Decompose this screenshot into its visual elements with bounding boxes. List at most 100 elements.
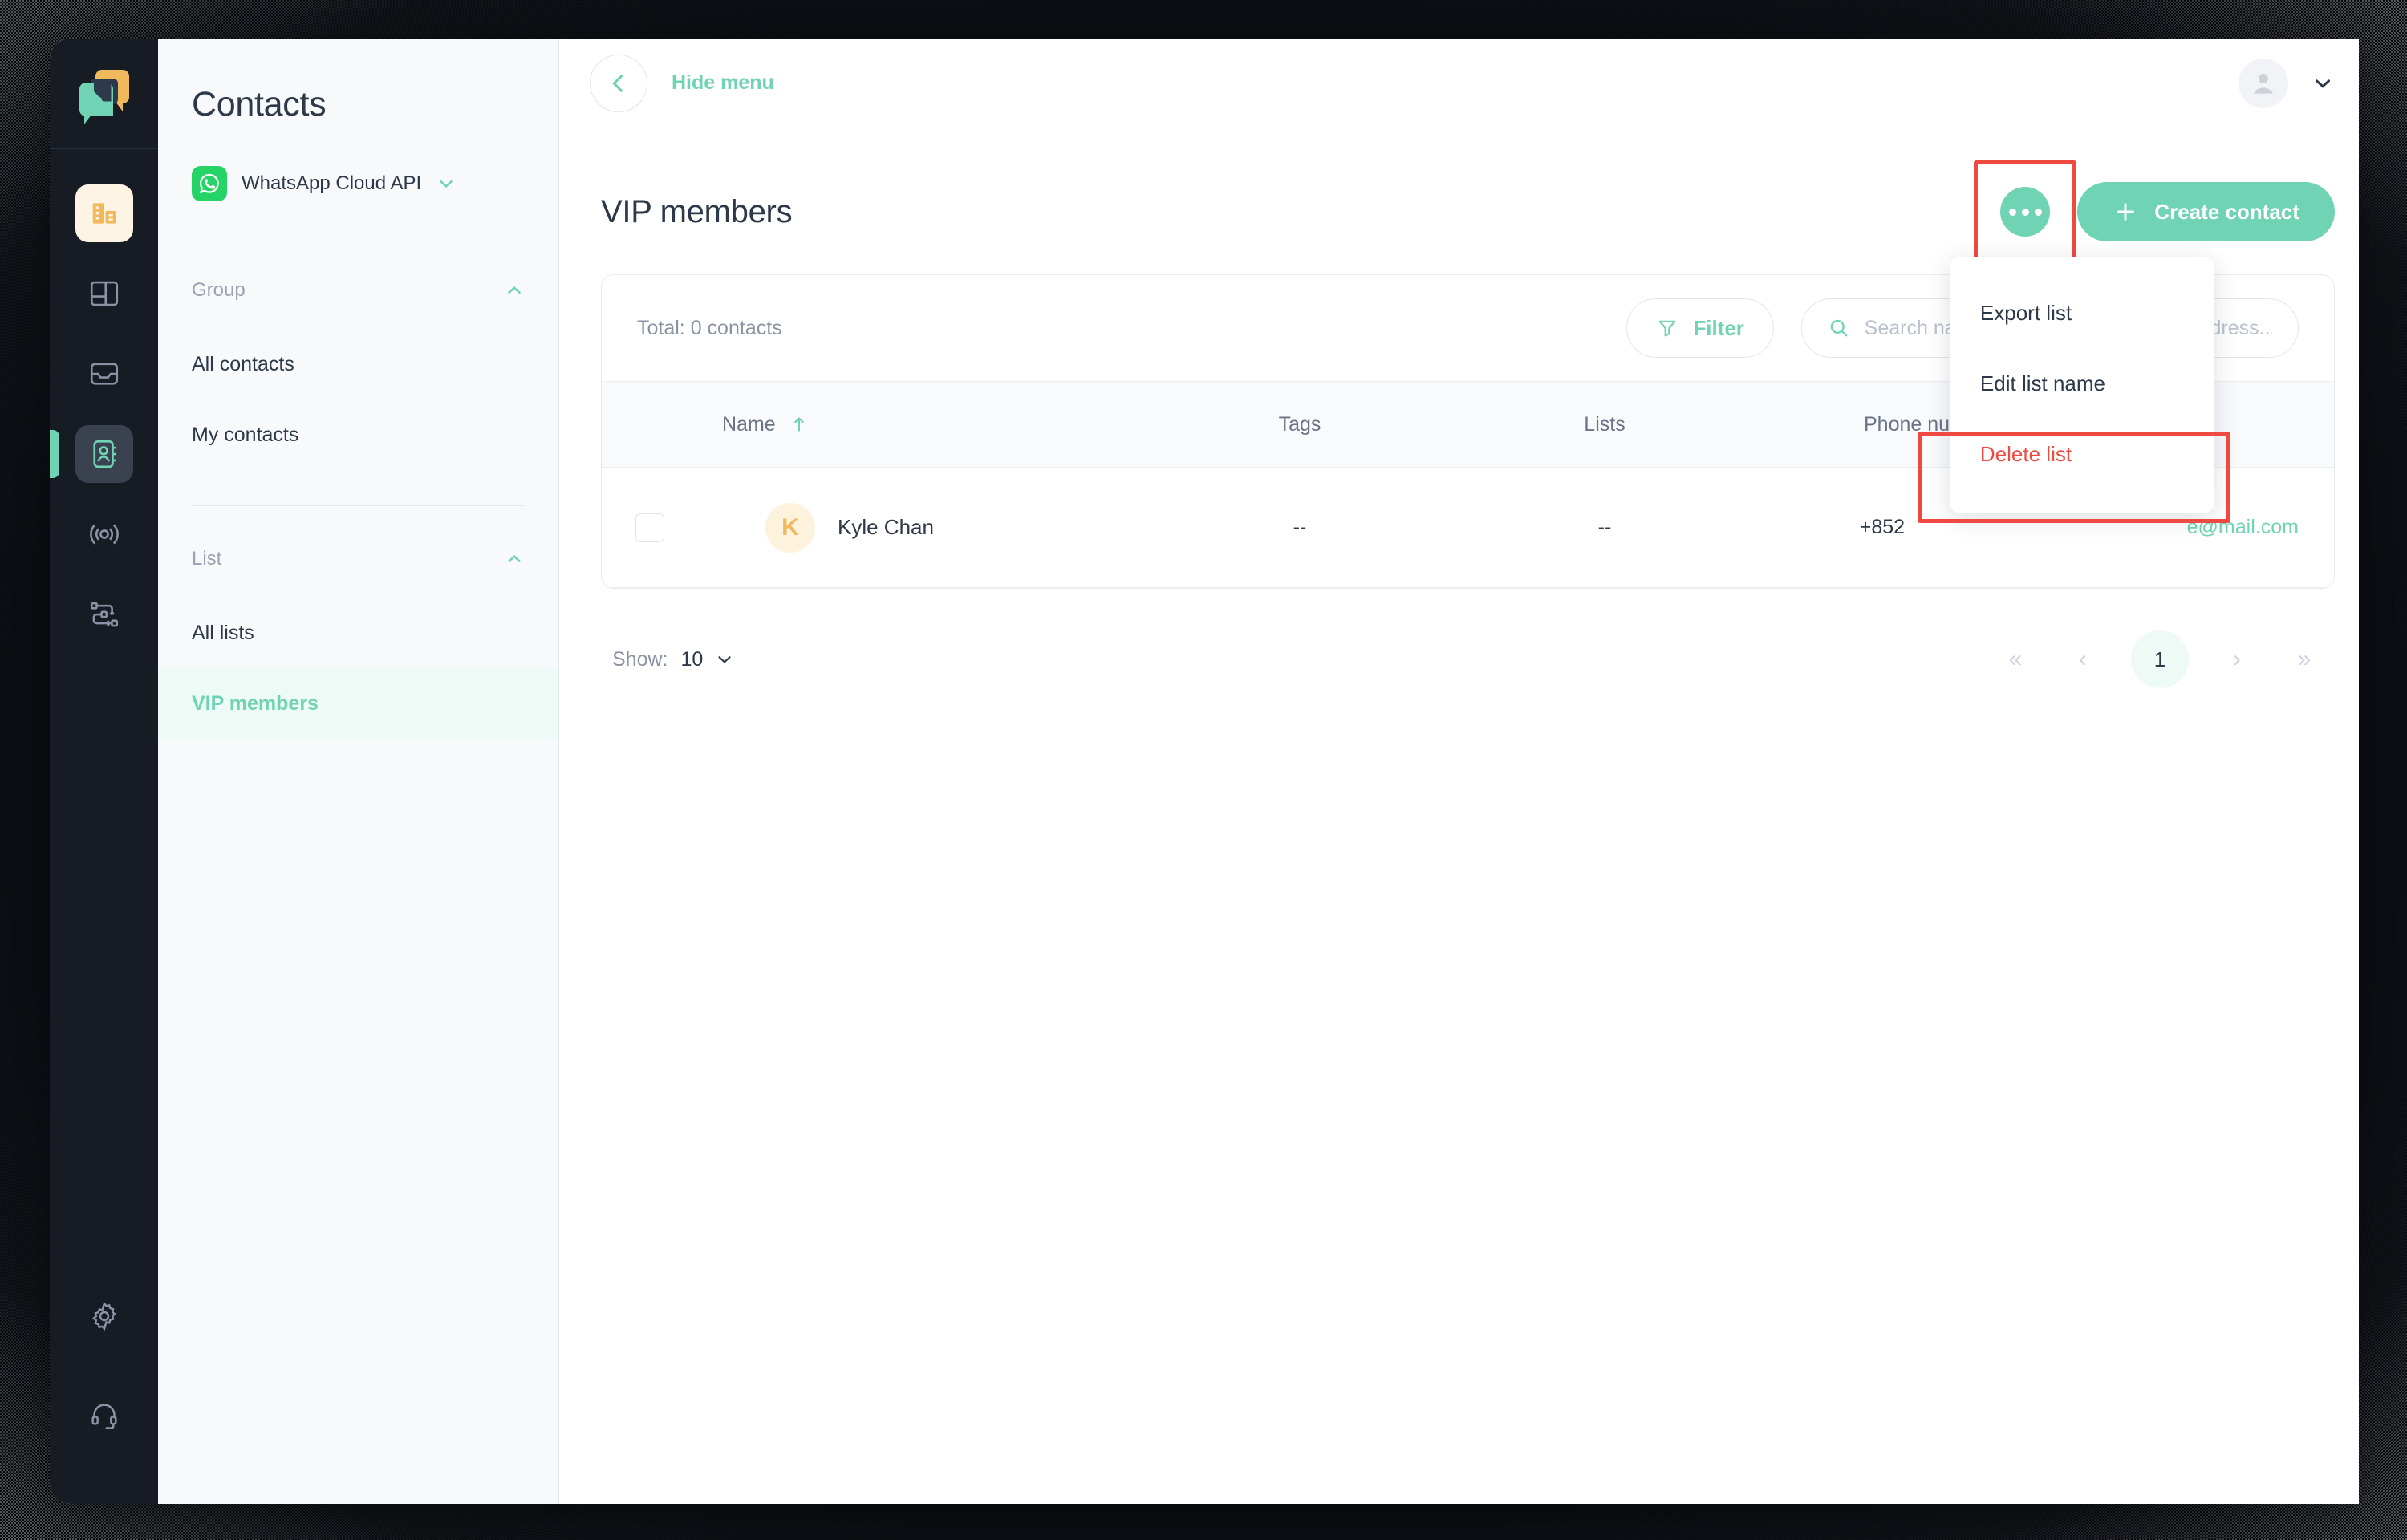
section-label-group: Group: [192, 279, 246, 301]
show-label: Show:: [612, 647, 668, 671]
more-actions-button[interactable]: [2000, 187, 2051, 237]
whatsapp-glyph: [199, 173, 219, 193]
list-title: VIP members: [601, 193, 793, 229]
contacts-icon: [92, 440, 116, 468]
menu-item-label: Export list: [1979, 300, 2072, 325]
sort-ascending-icon: [794, 417, 804, 432]
sidebar-item-inbox[interactable]: [75, 345, 133, 403]
more-actions-wrap: [1974, 160, 2077, 263]
next-page-button[interactable]: ›: [2218, 646, 2256, 673]
contact-phone-redacted: 9123 4567: [1905, 516, 1999, 538]
sidebar-item-dashboard[interactable]: [75, 265, 133, 322]
contact-phone-prefix: +852: [1859, 516, 1906, 538]
row-email-cell: kyle.chane@mail.com: [2102, 516, 2334, 539]
chevron-up-icon: [504, 549, 525, 569]
page-number-1[interactable]: 1: [2130, 630, 2189, 688]
section-header-list[interactable]: List: [158, 506, 558, 570]
sidebar-item-all-lists[interactable]: All lists: [158, 598, 558, 668]
sidebar-item-label: All lists: [192, 621, 254, 644]
sidebar-item-vip-members[interactable]: VIP members: [158, 668, 558, 739]
dashboard-icon: [90, 281, 118, 306]
channel-selector[interactable]: WhatsApp Cloud API: [158, 124, 558, 201]
contacts-side-panel: Contacts WhatsApp Cloud API Group All co…: [158, 38, 559, 1504]
rail-bottom-items: [75, 1287, 133, 1504]
sidebar-item-label: All contacts: [192, 352, 294, 375]
page-content: VIP members Create contact Total: 0 cont…: [559, 128, 2359, 1504]
user-icon: [2253, 73, 2273, 94]
app-window: Contacts WhatsApp Cloud API Group All co…: [50, 38, 2359, 1504]
building-icon: [92, 203, 116, 224]
prev-page-button[interactable]: ‹: [2064, 646, 2102, 673]
automation-icon: [90, 602, 118, 627]
primary-nav-rail: [50, 38, 158, 1504]
page-title: Contacts: [192, 85, 327, 124]
sidebar-item-all-contacts[interactable]: All contacts: [158, 329, 558, 399]
row-name-cell: K Kyle Chan: [698, 502, 1147, 553]
filter-label: Filter: [1693, 315, 1744, 340]
section-header-group[interactable]: Group: [158, 237, 558, 302]
ellipsis-icon-dot: [2008, 208, 2016, 216]
sidebar-item-label: VIP members: [192, 691, 319, 715]
menu-item-export-list[interactable]: Export list: [1950, 278, 2214, 348]
contact-name[interactable]: Kyle Chan: [838, 515, 934, 540]
page-header: VIP members Create contact: [601, 160, 2335, 263]
contact-email[interactable]: e@mail.com: [2187, 516, 2299, 538]
row-tags-cell: --: [1293, 516, 1307, 538]
menu-item-label: Edit list name: [1979, 371, 2105, 395]
row-lists-cell: --: [1597, 516, 1612, 538]
main-content: Hide menu VIP members Create contact Tot…: [559, 38, 2359, 1504]
sidebar-item-my-contacts[interactable]: My contacts: [158, 399, 558, 470]
contact-avatar: K: [765, 502, 815, 553]
total-contacts-label: Total: 0 contacts: [637, 316, 782, 339]
chevron-down-icon[interactable]: [714, 649, 735, 670]
last-page-button[interactable]: »: [2285, 646, 2324, 673]
page-size-value[interactable]: 10: [680, 648, 703, 671]
row-select-cell: [602, 513, 698, 542]
avatar[interactable]: [2238, 58, 2288, 108]
app-logo-icon: [79, 69, 129, 124]
chevron-up-icon: [504, 280, 525, 301]
app-logo[interactable]: [50, 38, 158, 149]
sidebar-item-broadcast[interactable]: [75, 505, 133, 563]
plus-icon: [2117, 203, 2135, 221]
search-icon: [1830, 319, 1848, 337]
filter-button[interactable]: Filter: [1626, 298, 1774, 358]
pagination-controls: « ‹ 1 › »: [1996, 630, 2324, 688]
first-page-button[interactable]: «: [1996, 646, 2035, 673]
chevron-left-icon: [612, 74, 623, 92]
sidebar-item-workspace[interactable]: [75, 184, 133, 242]
hide-menu-button[interactable]: [590, 54, 647, 112]
headset-icon: [91, 1404, 117, 1429]
gear-icon: [91, 1301, 116, 1331]
row-checkbox[interactable]: [635, 513, 664, 542]
menu-item-delete-list[interactable]: Delete list: [1950, 419, 2214, 489]
sidebar-item-contacts[interactable]: [75, 425, 133, 483]
header-cell-tags: Tags: [1278, 412, 1321, 436]
sidebar-item-label: My contacts: [192, 423, 299, 446]
header-cell-name[interactable]: Name: [698, 413, 1147, 436]
hide-menu-label[interactable]: Hide menu: [672, 71, 774, 95]
create-contact-label: Create contact: [2154, 199, 2299, 224]
sidebar-item-settings[interactable]: [75, 1287, 133, 1345]
contact-email-redacted: kyle.chan: [2102, 516, 2187, 538]
chevron-down-icon[interactable]: [2311, 71, 2335, 95]
pagination-bar: Show: 10 « ‹ 1 › »: [601, 630, 2335, 688]
header-cell-lists: Lists: [1584, 412, 1626, 436]
header-label-name: Name: [722, 412, 776, 436]
sidebar-item-automation[interactable]: [75, 586, 133, 643]
chevron-down-icon: [436, 173, 457, 194]
more-actions-menu: Export list Edit list name Delete list: [1917, 257, 2230, 523]
top-bar: Hide menu: [559, 38, 2359, 128]
create-contact-button[interactable]: Create contact: [2077, 182, 2335, 241]
ellipsis-icon-dot: [2034, 208, 2042, 216]
ellipsis-icon-dot: [2021, 208, 2029, 216]
whatsapp-icon: [192, 166, 227, 201]
rail-top-items: [75, 149, 133, 643]
row-phone-cell: +8529123 4567: [1757, 516, 2102, 539]
menu-item-edit-list-name[interactable]: Edit list name: [1950, 348, 2214, 419]
inbox-icon: [90, 363, 118, 385]
menu-item-label: Delete list: [1979, 441, 2072, 466]
broadcast-icon: [89, 524, 119, 545]
sidebar-item-support[interactable]: [75, 1387, 133, 1445]
filter-icon: [1658, 320, 1676, 337]
